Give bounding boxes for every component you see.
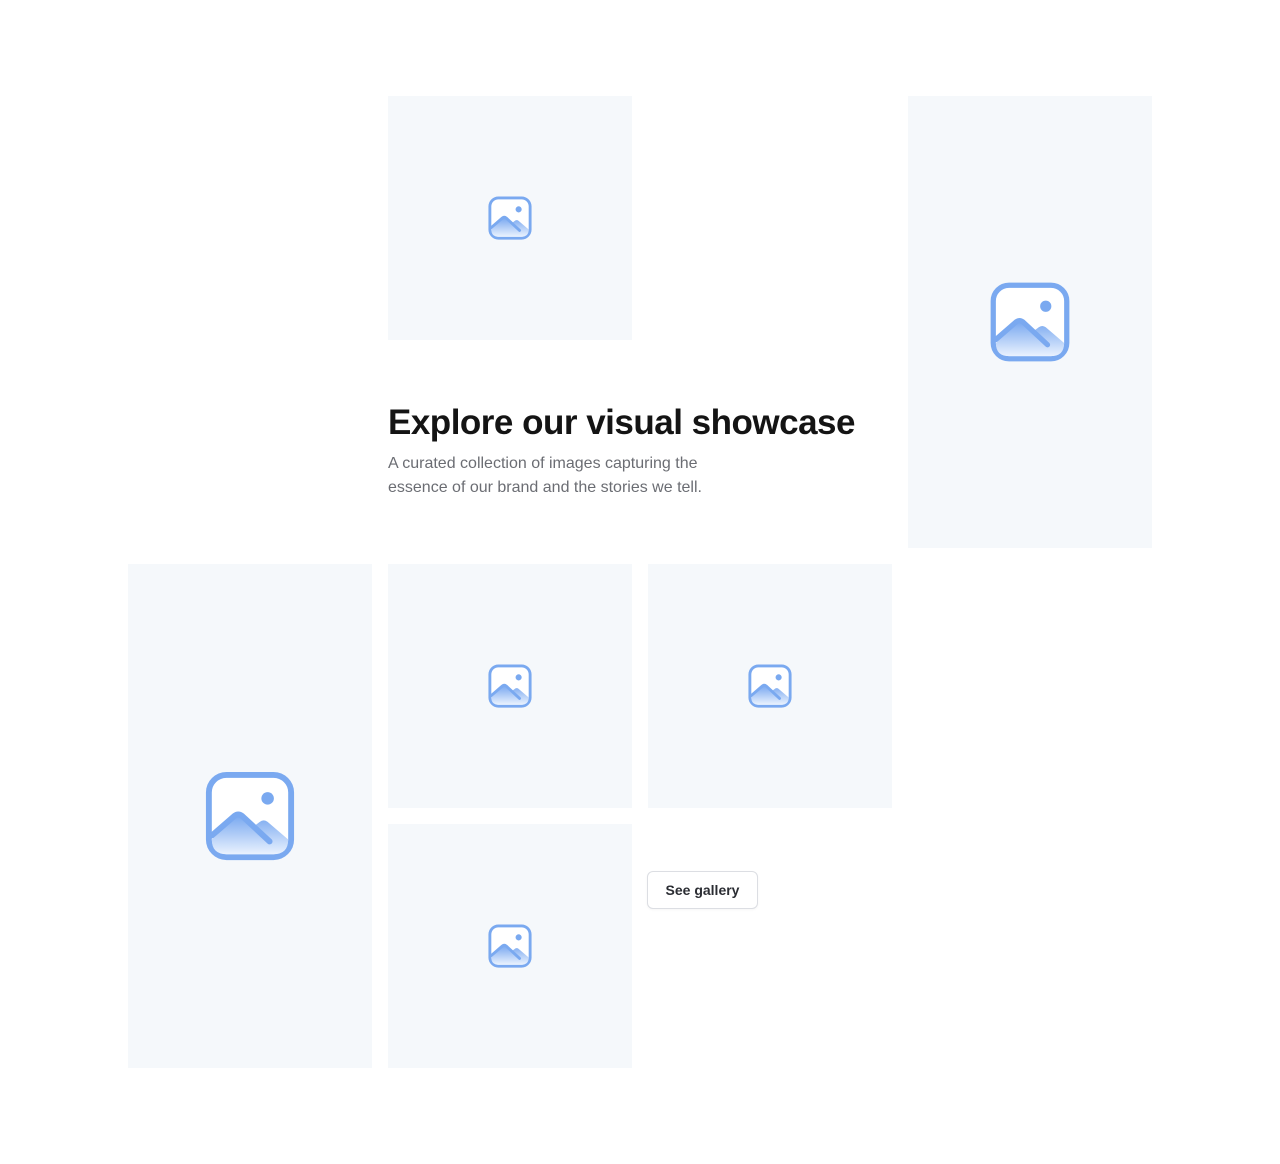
see-gallery-button[interactable]: See gallery bbox=[647, 871, 758, 909]
image-placeholder-icon bbox=[487, 663, 533, 709]
gallery-image-placeholder bbox=[128, 564, 372, 1068]
page-subtitle: A curated collection of images capturing… bbox=[388, 455, 702, 496]
gallery-image-placeholder bbox=[648, 564, 892, 808]
gallery-image-placeholder bbox=[388, 564, 632, 808]
image-placeholder-icon bbox=[747, 663, 793, 709]
gallery-image-placeholder bbox=[388, 96, 632, 340]
gallery-image-placeholder bbox=[908, 96, 1152, 548]
gallery-image-placeholder bbox=[388, 824, 632, 1068]
page-title: Explore our visual showcase bbox=[388, 403, 855, 442]
image-placeholder-icon bbox=[988, 280, 1072, 364]
image-placeholder-icon bbox=[487, 923, 533, 969]
image-placeholder-icon bbox=[203, 769, 297, 863]
image-placeholder-icon bbox=[487, 195, 533, 241]
